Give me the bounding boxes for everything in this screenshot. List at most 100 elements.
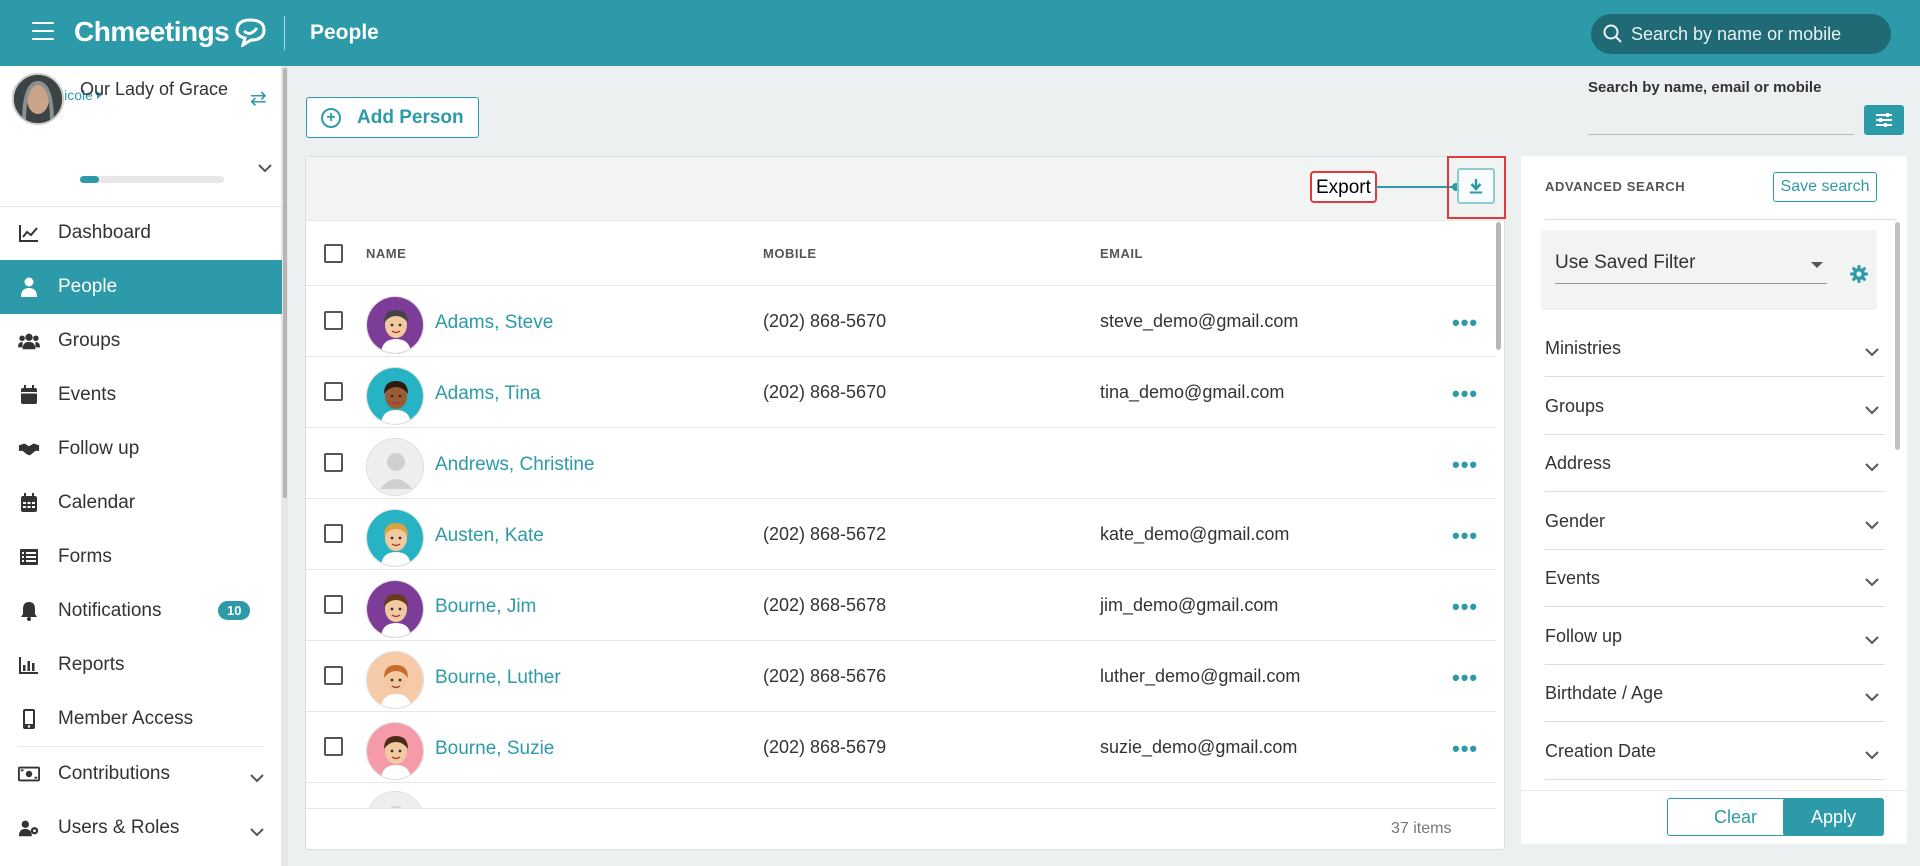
row-checkbox[interactable]	[324, 311, 343, 330]
saved-filter-box: Use Saved Filter	[1541, 230, 1877, 310]
avatar[interactable]	[366, 438, 424, 496]
chevron-down-icon	[1865, 632, 1879, 650]
filter-creation-date[interactable]: Creation Date	[1545, 723, 1885, 780]
header-name[interactable]: NAME	[366, 246, 406, 261]
sidebar-item-label: People	[58, 276, 118, 297]
row-menu-button[interactable]: •••	[1452, 665, 1478, 691]
sidebar-item-contributions[interactable]: Contributions	[0, 747, 282, 801]
sidebar-item-groups[interactable]: Groups	[0, 314, 282, 368]
sidebar-item-follow-up[interactable]: Follow up	[0, 422, 282, 476]
dropdown-arrow-icon[interactable]	[1811, 262, 1823, 268]
sidebar-item-calendar[interactable]: Calendar	[0, 476, 282, 530]
select-all-checkbox[interactable]	[324, 244, 343, 263]
avatar[interactable]	[366, 722, 424, 780]
sidebar-item-users-roles[interactable]: Users & Roles	[0, 801, 282, 855]
sidebar-item-people[interactable]: People	[0, 260, 282, 314]
person-email: tina_demo@gmail.com	[1100, 382, 1285, 402]
sidebar-item-dashboard[interactable]: Dashboard	[0, 206, 282, 260]
export-button[interactable]	[1457, 168, 1495, 204]
filter-ministries[interactable]: Ministries	[1545, 320, 1885, 377]
top-search-input[interactable]: Search by name or mobile	[1591, 14, 1891, 54]
filter-address[interactable]: Address	[1545, 435, 1885, 492]
filter-birthdate-age[interactable]: Birthdate / Age	[1545, 665, 1885, 722]
header-mobile[interactable]: MOBILE	[763, 246, 817, 261]
sidebar-item-reports[interactable]: Reports	[0, 638, 282, 692]
filter-events[interactable]: Events	[1545, 550, 1885, 607]
person-name-link[interactable]: Adams, Tina	[435, 383, 541, 405]
row-menu-button[interactable]: •••	[1452, 452, 1478, 478]
chevron-down-icon[interactable]	[258, 160, 272, 178]
table-row[interactable]: Bourne, Jim (202) 868-5678 jim_demo@gmail.…	[306, 570, 1496, 641]
filter-settings-button[interactable]	[1864, 105, 1904, 135]
sidebar-item-label: Calendar	[58, 492, 136, 513]
export-callout-line	[1376, 186, 1454, 188]
menu-icon[interactable]	[32, 22, 54, 40]
table-header: NAME MOBILE EMAIL	[306, 222, 1496, 286]
row-checkbox[interactable]	[324, 382, 343, 401]
person-email: suzie_demo@gmail.com	[1100, 737, 1298, 757]
avatar[interactable]	[366, 651, 424, 709]
sidebar-item-forms[interactable]: Forms	[0, 530, 282, 584]
sidebar-item-events[interactable]: Events	[0, 368, 282, 422]
filter-gender[interactable]: Gender	[1545, 493, 1885, 550]
table-row[interactable]: Adams, Steve (202) 868-5670 steve_demo@gma…	[306, 286, 1496, 357]
person-name-link[interactable]: Bourne, Jim	[435, 596, 536, 618]
person-email: steve_demo@gmail.com	[1100, 311, 1299, 331]
sidebar-item-member-access[interactable]: Member Access	[0, 692, 282, 746]
topbar-divider	[284, 16, 285, 50]
right-search-input[interactable]	[1588, 108, 1854, 135]
row-menu-button[interactable]: •••	[1452, 736, 1478, 762]
row-checkbox[interactable]	[324, 595, 343, 614]
avatar[interactable]	[366, 509, 424, 567]
table-scrollbar[interactable]	[1496, 222, 1502, 808]
table-row[interactable]: Bourne, Suzie (202) 868-5679 suzie_demo@gm…	[306, 712, 1496, 783]
app-logo[interactable]: Chmeetings	[74, 16, 269, 48]
sidebar-scrollbar[interactable]	[282, 66, 288, 866]
person-email: kate_demo@gmail.com	[1100, 524, 1290, 544]
header-email[interactable]: EMAIL	[1100, 246, 1143, 261]
row-menu-button[interactable]: •••	[1452, 310, 1478, 336]
filter-label: Birthdate / Age	[1545, 683, 1664, 703]
person-mobile: (202) 868-5676	[763, 666, 887, 686]
filter-groups[interactable]: Groups	[1545, 378, 1885, 435]
church-selector[interactable]: Our Lady of Grace	[12, 73, 282, 135]
export-callout-label: Export	[1310, 171, 1377, 203]
sidebar-item-label: Notifications	[58, 600, 162, 621]
table-row[interactable]: Bourne, Luther (202) 868-5676 luther_demo@…	[306, 641, 1496, 712]
row-checkbox[interactable]	[324, 666, 343, 685]
advanced-search-scrollbar[interactable]	[1895, 222, 1901, 792]
filter-follow-up[interactable]: Follow up	[1545, 608, 1885, 665]
sidebar-item-label: Member Access	[58, 708, 194, 729]
row-menu-button[interactable]: •••	[1452, 594, 1478, 620]
avatar[interactable]	[366, 580, 424, 638]
person-name-link[interactable]: Bourne, Luther	[435, 667, 561, 689]
chevron-down-icon	[250, 767, 264, 789]
apply-button[interactable]: Apply	[1783, 798, 1884, 836]
save-search-button[interactable]: Save search	[1773, 172, 1877, 202]
filter-label: Ministries	[1545, 338, 1622, 358]
row-menu-button[interactable]: •••	[1452, 381, 1478, 407]
chevron-down-icon	[1865, 517, 1879, 535]
avatar[interactable]	[366, 367, 424, 425]
chevron-down-icon	[1865, 344, 1879, 362]
filter-label: Creation Date	[1545, 740, 1657, 761]
top-search-placeholder: Search by name or mobile	[1631, 23, 1842, 44]
person-name-link[interactable]: Austen, Kate	[435, 525, 544, 547]
person-name-link[interactable]: Bourne, Suzie	[435, 738, 554, 760]
gear-icon[interactable]	[1849, 264, 1869, 289]
add-person-button[interactable]: + Add Person	[306, 97, 479, 138]
row-checkbox[interactable]	[324, 524, 343, 543]
right-search-label: Search by name, email or mobile	[1588, 79, 1822, 96]
person-name-link[interactable]: Andrews, Christine	[435, 454, 594, 476]
table-row[interactable]: Andrews, Christine •••	[306, 428, 1496, 499]
table-row[interactable]: Austen, Kate (202) 868-5672 kate_demo@gmai…	[306, 499, 1496, 570]
row-checkbox[interactable]	[324, 453, 343, 472]
saved-filter-select[interactable]: Use Saved Filter	[1555, 252, 1827, 284]
row-checkbox[interactable]	[324, 737, 343, 756]
avatar[interactable]	[366, 296, 424, 354]
person-name-link[interactable]: Adams, Steve	[435, 312, 553, 334]
person-mobile: (202) 868-5670	[763, 311, 887, 331]
sidebar-item-notifications[interactable]: Notifications 10	[0, 584, 282, 638]
row-menu-button[interactable]: •••	[1452, 523, 1478, 549]
table-row[interactable]: Adams, Tina (202) 868-5670 tina_demo@gmail…	[306, 357, 1496, 428]
